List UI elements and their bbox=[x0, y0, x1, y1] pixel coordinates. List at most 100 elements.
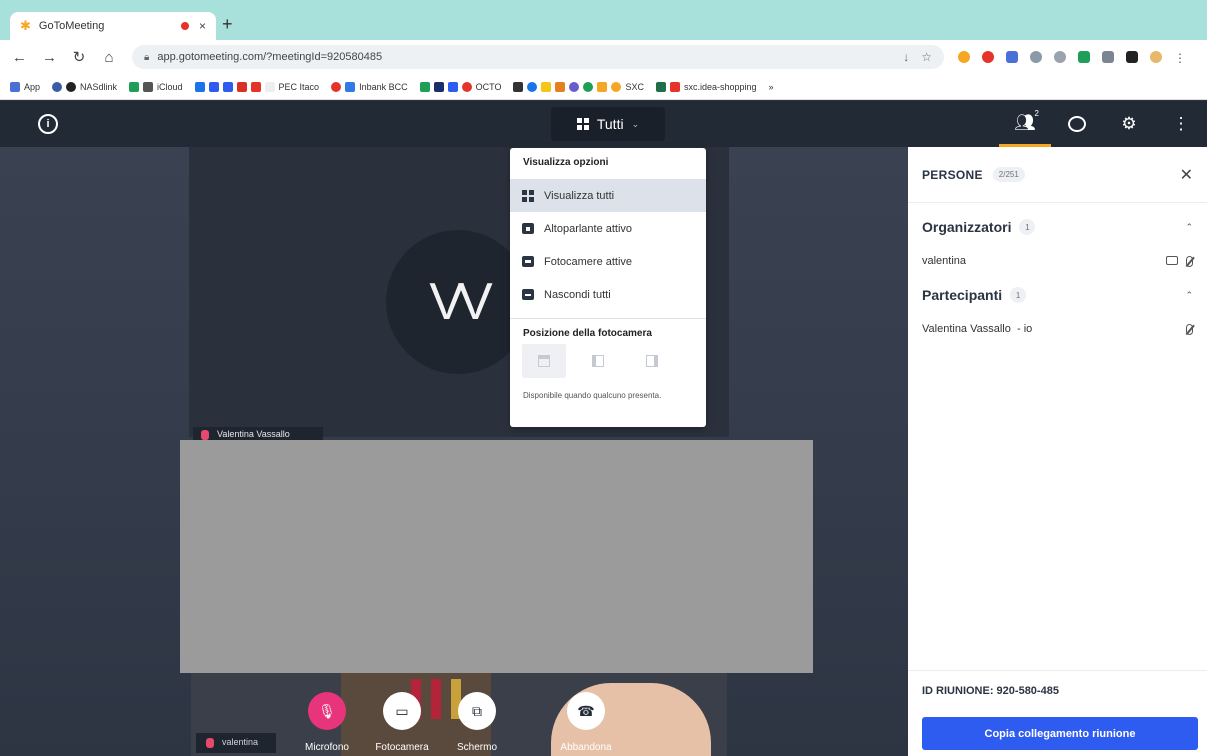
extension-icon[interactable] bbox=[1030, 51, 1042, 63]
reload-icon[interactable]: ↻ bbox=[72, 48, 86, 66]
organizers-count-badge: 1 bbox=[1019, 219, 1036, 235]
avatar: VV bbox=[386, 230, 530, 374]
chevron-up-icon[interactable]: ⌃ bbox=[1185, 222, 1193, 233]
camera-position-header: Posizione della fotocamera bbox=[523, 328, 652, 339]
bookmark-item[interactable]: Inbank BCC bbox=[331, 81, 408, 92]
tab-title: GoToMeeting bbox=[38, 20, 105, 32]
more-options-button[interactable]: ⋮ bbox=[1155, 101, 1207, 147]
camera-tile-icon bbox=[522, 256, 534, 267]
view-dropdown-label: Tutti bbox=[596, 116, 624, 132]
extension-icon[interactable] bbox=[1006, 51, 1018, 63]
list-item[interactable]: Valentina Vassallo - io bbox=[908, 313, 1207, 345]
camera-position-left-button[interactable] bbox=[576, 344, 620, 378]
browser-tabstrip: ✱ GoToMeeting × + bbox=[0, 0, 1207, 40]
meeting-top-bar: i Tutti ⌄ 👥︎ 2 ⚙ ⋮ bbox=[0, 101, 1207, 147]
tab-close-button[interactable]: × bbox=[199, 19, 206, 33]
grid-icon bbox=[522, 190, 534, 202]
layout-top-icon bbox=[538, 355, 550, 367]
back-arrow-icon[interactable]: ← bbox=[12, 49, 27, 66]
profile-avatar[interactable] bbox=[1150, 51, 1162, 63]
chevron-up-icon[interactable]: ⌃ bbox=[1185, 290, 1193, 301]
bookmarks-bar: App NASdlink iCloud PEC Itaco Inbank BCC… bbox=[0, 74, 1207, 100]
download-icon[interactable]: ↓ bbox=[903, 50, 909, 64]
list-item[interactable]: valentina bbox=[908, 245, 1207, 277]
bookmark-item[interactable]: App bbox=[10, 81, 40, 92]
screen-share-icon: ⧉ bbox=[458, 692, 496, 730]
top-right-toolbar: 👥︎ 2 ⚙ ⋮ bbox=[999, 101, 1207, 147]
chevron-down-icon: ⌄ bbox=[631, 118, 640, 129]
settings-button[interactable]: ⚙ bbox=[1103, 101, 1155, 147]
recording-indicator-icon bbox=[180, 22, 189, 30]
menu-header: Visualizza opzioni bbox=[523, 157, 609, 168]
extension-icon[interactable] bbox=[1054, 51, 1066, 63]
chat-button[interactable] bbox=[1051, 101, 1103, 147]
chat-icon bbox=[1068, 116, 1086, 132]
panel-header: PERSONE 2/251 ✕ bbox=[908, 147, 1207, 203]
camera-position-top-button[interactable] bbox=[522, 344, 566, 378]
info-icon[interactable]: i bbox=[38, 114, 58, 134]
camera-position-right-button[interactable] bbox=[630, 344, 674, 378]
browser-tab[interactable]: ✱ GoToMeeting × bbox=[10, 12, 216, 40]
screen-icon bbox=[1166, 255, 1178, 265]
camera-position-options bbox=[510, 343, 706, 379]
people-panel: PERSONE 2/251 ✕ Organizzatori 1 ⌃ valent… bbox=[908, 147, 1207, 756]
layout-left-icon bbox=[592, 355, 604, 367]
mic-off-icon: 🎙︎ bbox=[308, 692, 346, 730]
more-vertical-icon: ⋮ bbox=[1172, 114, 1190, 133]
opera-extension-icon[interactable] bbox=[982, 51, 994, 63]
participant-count-badge: 2/251 bbox=[992, 167, 1025, 182]
participants-count-badge: 1 bbox=[1010, 287, 1027, 303]
menu-item-show-all[interactable]: Visualizza tutti bbox=[510, 179, 706, 212]
extension-icon[interactable] bbox=[1078, 51, 1090, 63]
people-icon: 👥︎ bbox=[1014, 112, 1036, 132]
menu-note: Disponibile quando qualcuno presenta. bbox=[523, 391, 662, 400]
hide-icon bbox=[522, 289, 534, 300]
address-bar-row: ← → ↻ ⌂ 🔒︎ app.gotomeeting.com/?meetingI… bbox=[0, 40, 1207, 74]
view-dropdown[interactable]: Tutti ⌄ bbox=[551, 107, 665, 141]
mic-off-icon bbox=[201, 430, 209, 440]
meeting-controls: 🎙︎ Microfono ▭ Fotocamera ⧉ Schermo ☎ Ab… bbox=[0, 692, 908, 756]
copy-meeting-link-button[interactable]: Copia collegamento riunione bbox=[922, 717, 1198, 750]
menu-item-active-cameras[interactable]: Fotocamere attive bbox=[510, 245, 706, 278]
bookmark-item[interactable]: PEC Itaco bbox=[194, 81, 319, 92]
leave-button[interactable]: ☎ Abbandona bbox=[541, 692, 631, 753]
hang-up-icon: ☎ bbox=[567, 692, 605, 730]
extension-icon[interactable] bbox=[1102, 51, 1114, 63]
camera-off-icon: ▭ bbox=[383, 692, 421, 730]
bookmark-more-icon[interactable]: » bbox=[769, 82, 774, 92]
organizers-section-header[interactable]: Organizzatori 1 ⌃ bbox=[908, 209, 1207, 245]
screen-share-button[interactable]: ⧉ Schermo bbox=[432, 692, 522, 753]
close-icon[interactable]: ✕ bbox=[1180, 165, 1193, 185]
speaker-icon bbox=[522, 223, 534, 234]
video-stage: VV Valentina Vassallo valentina 🎙︎ Micro… bbox=[0, 147, 908, 756]
browser-menu-icon[interactable]: ⋮ bbox=[1174, 51, 1186, 65]
gear-icon: ⚙ bbox=[1121, 114, 1137, 133]
bookmark-star-icon[interactable]: ☆ bbox=[921, 50, 932, 64]
url-input[interactable]: 🔒︎ app.gotomeeting.com/?meetingId=920580… bbox=[132, 45, 944, 69]
mic-off-icon bbox=[1186, 323, 1193, 335]
new-tab-button[interactable]: + bbox=[222, 14, 233, 35]
bookmark-item[interactable]: iCloud bbox=[129, 81, 183, 92]
panel-title: PERSONE bbox=[922, 167, 983, 182]
extensions-area: ⋮ bbox=[958, 51, 1186, 65]
redacted-area bbox=[180, 440, 813, 673]
puzzle-icon[interactable] bbox=[1126, 51, 1138, 63]
people-count: 2 bbox=[1034, 109, 1039, 118]
bookmark-item[interactable]: SXC bbox=[513, 81, 644, 92]
layout-right-icon bbox=[646, 355, 658, 367]
forward-arrow-icon[interactable]: → bbox=[42, 49, 57, 66]
bookmark-item[interactable]: OCTO bbox=[419, 81, 501, 92]
url-text: app.gotomeeting.com/?meetingId=920580485 bbox=[157, 51, 383, 63]
home-icon[interactable]: ⌂ bbox=[102, 49, 116, 66]
view-options-menu: Visualizza opzioni Visualizza tutti Alto… bbox=[510, 148, 706, 427]
meeting-id: ID RIUNIONE: 920-580-485 bbox=[922, 685, 1059, 697]
bookmark-item[interactable]: NASdlink bbox=[52, 81, 117, 92]
participants-section-header[interactable]: Partecipanti 1 ⌃ bbox=[908, 277, 1207, 313]
menu-item-hide-all[interactable]: Nascondi tutti bbox=[510, 278, 706, 311]
grid-icon bbox=[576, 118, 589, 130]
lock-icon: 🔒︎ bbox=[144, 51, 150, 63]
bookmark-item[interactable]: sxc.idea-shopping bbox=[655, 81, 757, 92]
people-button[interactable]: 👥︎ 2 bbox=[999, 101, 1051, 147]
extension-icon[interactable] bbox=[958, 51, 970, 63]
menu-item-active-speaker[interactable]: Altoparlante attivo bbox=[510, 212, 706, 245]
